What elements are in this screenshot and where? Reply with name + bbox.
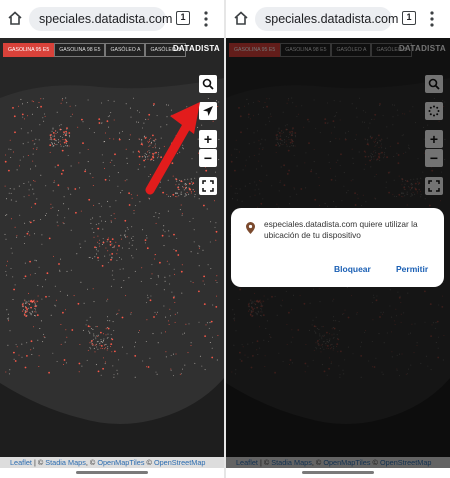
brand-logo: DATADISTA	[172, 44, 220, 53]
home-icon[interactable]	[233, 10, 249, 26]
address-bar[interactable]: speciales.datadista.com	[255, 7, 398, 31]
fuel-map[interactable]: GASOLINA 95 E5 GASOLINA 98 E5 GASÓLEO A …	[0, 38, 224, 468]
more-menu-icon[interactable]	[203, 10, 209, 28]
stadia-link[interactable]: Stadia Maps	[45, 458, 86, 467]
browser-toolbar: speciales.datadista.com 1	[0, 0, 224, 38]
left-screen: speciales.datadista.com 1 GASOLINA 95 E5…	[0, 0, 224, 478]
system-nav-bar	[0, 468, 224, 478]
search-button[interactable]	[199, 75, 217, 93]
right-screen: speciales.datadista.com 1 GASOLINA 95 E5…	[226, 0, 450, 478]
tab-switcher-button[interactable]: 1	[176, 11, 190, 25]
tab-switcher-button[interactable]: 1	[402, 11, 416, 25]
gesture-handle[interactable]	[302, 471, 374, 474]
url-text: speciales.datadista.com	[265, 12, 399, 26]
search-icon	[202, 78, 214, 90]
permission-message: especiales.datadista.com quiere utilizar…	[264, 219, 418, 240]
fuel-tab-gasolina-95[interactable]: GASOLINA 95 E5	[3, 43, 55, 57]
attribution-sep: , ©	[85, 458, 98, 467]
zoom-out-button[interactable]: −	[199, 149, 217, 167]
fullscreen-icon	[202, 180, 214, 192]
url-text: speciales.datadista.com	[39, 12, 173, 26]
map-base	[0, 38, 224, 468]
more-menu-icon[interactable]	[429, 10, 435, 28]
fuel-tab-gasoleo-a[interactable]: GASÓLEO A	[105, 43, 146, 57]
openmaptiles-link[interactable]: OpenMapTiles	[97, 458, 144, 467]
browser-toolbar: speciales.datadista.com 1	[226, 0, 450, 38]
gesture-handle[interactable]	[76, 471, 148, 474]
fullscreen-button[interactable]	[199, 177, 217, 195]
address-bar[interactable]: speciales.datadista.com	[29, 7, 172, 31]
leaflet-link[interactable]: Leaflet	[10, 458, 32, 467]
allow-button[interactable]: Permitir	[396, 264, 428, 274]
comparison-screens: speciales.datadista.com 1 GASOLINA 95 E5…	[0, 0, 450, 478]
fuel-tab-gasolina-98[interactable]: GASOLINA 98 E5	[54, 43, 106, 57]
location-permission-dialog: especiales.datadista.com quiere utilizar…	[231, 208, 444, 287]
locate-button[interactable]	[199, 102, 217, 120]
fuel-type-tabs: GASOLINA 95 E5 GASOLINA 98 E5 GASÓLEO A …	[3, 43, 186, 57]
block-button[interactable]: Bloquear	[334, 264, 371, 274]
home-icon[interactable]	[7, 10, 23, 26]
attribution-sep: | ©	[31, 458, 46, 467]
location-pin-icon	[246, 222, 255, 234]
system-nav-bar	[226, 468, 450, 478]
map-attribution: Leaflet | © Stadia Maps, © OpenMapTiles …	[0, 457, 224, 468]
zoom-in-button[interactable]: +	[199, 130, 217, 148]
openstreetmap-link[interactable]: OpenStreetMap	[154, 458, 206, 467]
attribution-sep: ©	[144, 458, 154, 467]
navigation-arrow-icon	[203, 106, 213, 116]
